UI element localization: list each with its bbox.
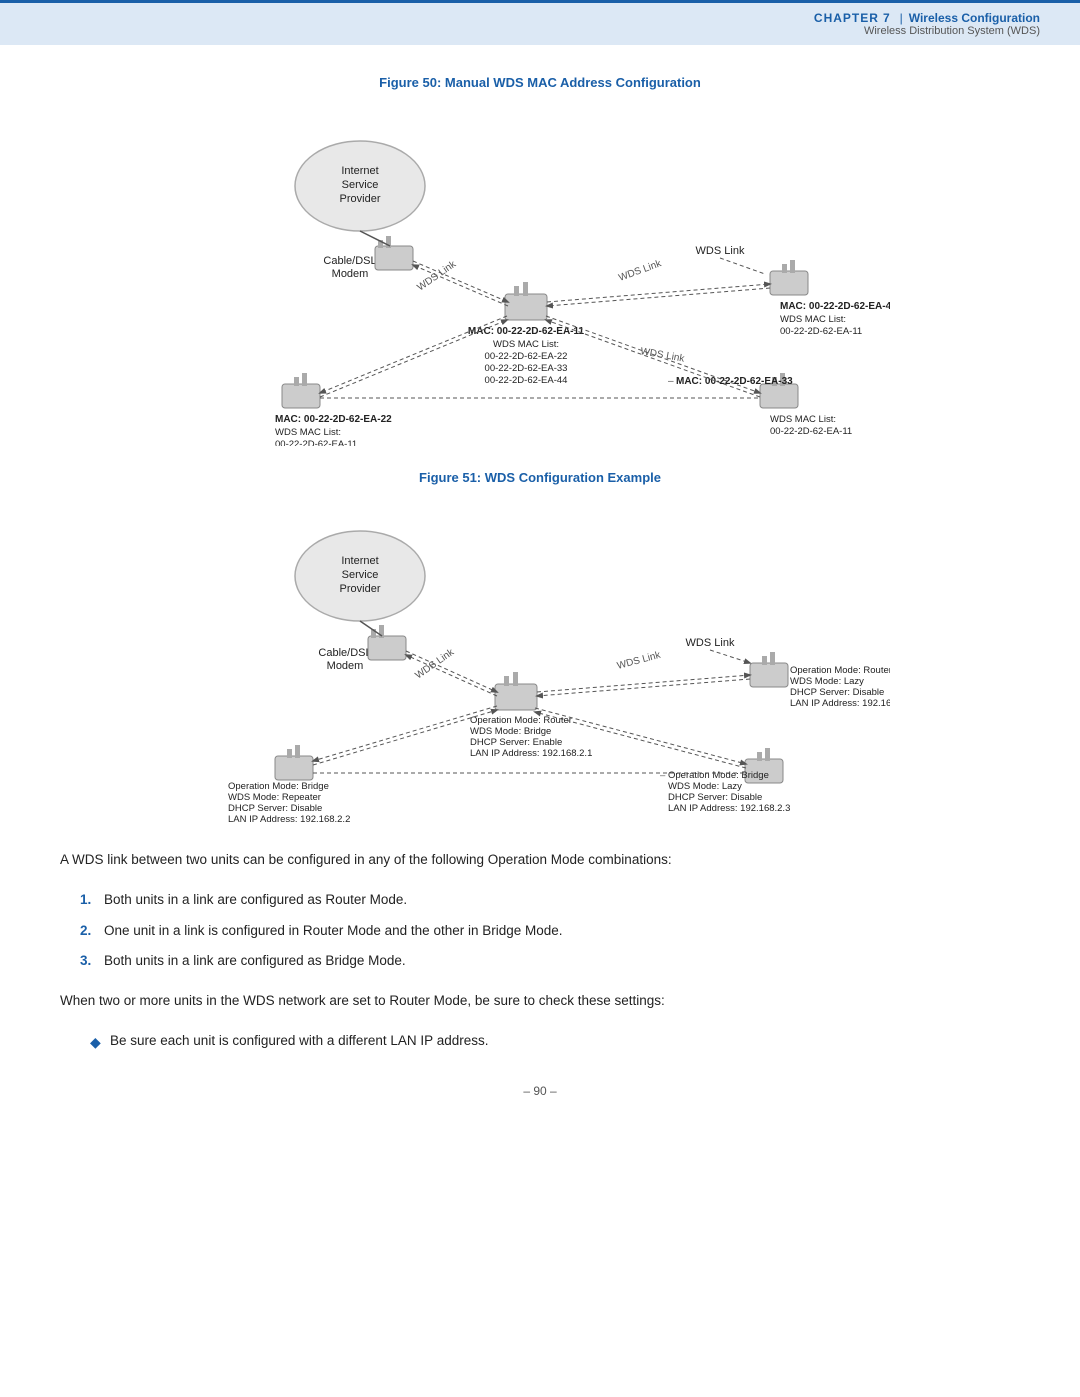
svg-text:00-22-2D-62-EA-44: 00-22-2D-62-EA-44 <box>485 375 568 386</box>
svg-text:LAN IP Address: 192.168.2.4: LAN IP Address: 192.168.2.4 <box>790 698 890 709</box>
svg-text:00-22-2D-62-EA-11: 00-22-2D-62-EA-11 <box>275 439 357 446</box>
figure50-caption: Figure 50: Manual WDS MAC Address Config… <box>60 75 1020 90</box>
svg-text:Operation Mode: Router: Operation Mode: Router <box>790 665 890 676</box>
svg-text:WDS MAC List:: WDS MAC List: <box>493 339 559 350</box>
svg-text:DHCP Server: Disable: DHCP Server: Disable <box>228 803 322 814</box>
svg-text:WDS MAC List:: WDS MAC List: <box>770 414 836 425</box>
body-note: When two or more units in the WDS networ… <box>60 990 1020 1012</box>
chapter-num: 7 <box>883 11 890 25</box>
figure51-svg: Internet Service Provider Cable/DSL Mode… <box>190 501 890 831</box>
list-item-2: 2. One unit in a link is configured in R… <box>80 920 1020 942</box>
list-num-1: 1. <box>80 889 104 911</box>
bullet-item-1: ◆ Be sure each unit is configured with a… <box>90 1030 1020 1054</box>
page-number: – 90 – <box>60 1084 1020 1098</box>
svg-text:Provider: Provider <box>340 193 381 205</box>
bullet-list: ◆ Be sure each unit is configured with a… <box>90 1030 1020 1054</box>
svg-text:Operation Mode: Bridge: Operation Mode: Bridge <box>668 770 769 781</box>
svg-text:LAN IP Address: 192.168.2.2: LAN IP Address: 192.168.2.2 <box>228 814 350 825</box>
figure50-svg: Internet Service Provider Cable/DSL Mode… <box>190 106 890 446</box>
svg-text:WDS MAC List:: WDS MAC List: <box>275 427 341 438</box>
figure51-caption: Figure 51: WDS Configuration Example <box>60 470 1020 485</box>
svg-text:WDS MAC List:: WDS MAC List: <box>780 314 846 325</box>
svg-text:MAC: 00-22-2D-62-EA-44: MAC: 00-22-2D-62-EA-44 <box>780 301 890 312</box>
svg-text:–: – <box>660 770 666 781</box>
list-num-2: 2. <box>80 920 104 942</box>
svg-text:00-22-2D-62-EA-11: 00-22-2D-62-EA-11 <box>780 326 862 337</box>
svg-text:MAC: 00-22-2D-62-EA-22: MAC: 00-22-2D-62-EA-22 <box>275 414 392 425</box>
svg-text:00-22-2D-62-EA-22: 00-22-2D-62-EA-22 <box>485 351 568 362</box>
list-item-1: 1. Both units in a link are configured a… <box>80 889 1020 911</box>
svg-text:LAN IP Address: 192.168.2.3: LAN IP Address: 192.168.2.3 <box>668 803 790 814</box>
list-item-3: 3. Both units in a link are configured a… <box>80 950 1020 972</box>
svg-text:LAN IP Address: 192.168.2.1: LAN IP Address: 192.168.2.1 <box>470 748 592 759</box>
figure50-diagram: Internet Service Provider Cable/DSL Mode… <box>60 106 1020 446</box>
svg-text:WDS Mode: Repeater: WDS Mode: Repeater <box>228 792 321 803</box>
svg-text:00-22-2D-62-EA-11: 00-22-2D-62-EA-11 <box>770 426 852 437</box>
svg-text:WDS Link: WDS Link <box>639 346 686 365</box>
svg-text:WDS Link: WDS Link <box>617 258 663 284</box>
svg-text:WDS Mode: Lazy: WDS Mode: Lazy <box>790 676 864 687</box>
numbered-list: 1. Both units in a link are configured a… <box>80 889 1020 972</box>
svg-text:WDS Link: WDS Link <box>415 258 459 293</box>
bullet-diamond-icon: ◆ <box>90 1031 110 1054</box>
svg-text:Service: Service <box>342 179 379 191</box>
svg-text:MAC: 00-22-2D-62-EA-33: MAC: 00-22-2D-62-EA-33 <box>676 376 793 387</box>
svg-text:WDS Mode: Bridge: WDS Mode: Bridge <box>470 726 551 737</box>
svg-text:–: – <box>668 376 674 387</box>
page-header: CHAPTER 7 | Wireless Configuration Wirel… <box>0 0 1080 45</box>
svg-text:Modem: Modem <box>332 268 369 280</box>
svg-text:Internet: Internet <box>341 165 378 177</box>
list-text-2: One unit in a link is configured in Rout… <box>104 920 563 942</box>
svg-text:DHCP Server: Disable: DHCP Server: Disable <box>790 687 884 698</box>
header-pipe: | <box>900 11 903 25</box>
page-content: Figure 50: Manual WDS MAC Address Config… <box>0 45 1080 1128</box>
svg-text:Operation Mode: Bridge: Operation Mode: Bridge <box>228 781 329 792</box>
body-intro: A WDS link between two units can be conf… <box>60 849 1020 871</box>
list-text-3: Both units in a link are configured as B… <box>104 950 406 972</box>
svg-text:Modem: Modem <box>327 660 364 672</box>
svg-text:Provider: Provider <box>340 583 381 595</box>
figure51-diagram: Internet Service Provider Cable/DSL Mode… <box>60 501 1020 831</box>
svg-text:Service: Service <box>342 569 379 581</box>
list-num-3: 3. <box>80 950 104 972</box>
header-title: Wireless Configuration <box>909 11 1040 25</box>
svg-text:Operation Mode: Router: Operation Mode: Router <box>470 715 572 726</box>
svg-text:DHCP Server: Enable: DHCP Server: Enable <box>470 737 562 748</box>
svg-text:WDS Mode: Lazy: WDS Mode: Lazy <box>668 781 742 792</box>
chapter-label: CHAPTER <box>814 11 879 25</box>
svg-text:Internet: Internet <box>341 555 378 567</box>
list-text-1: Both units in a link are configured as R… <box>104 889 407 911</box>
svg-text:Cable/DSL: Cable/DSL <box>318 647 371 659</box>
bullet-text-1: Be sure each unit is configured with a d… <box>110 1030 488 1052</box>
header-subtitle: Wireless Distribution System (WDS) <box>814 25 1040 37</box>
svg-text:WDS Link: WDS Link <box>686 637 735 649</box>
svg-text:DHCP Server: Disable: DHCP Server: Disable <box>668 792 762 803</box>
svg-text:WDS Link: WDS Link <box>616 650 663 672</box>
svg-text:00-22-2D-62-EA-33: 00-22-2D-62-EA-33 <box>485 363 568 374</box>
svg-text:Cable/DSL: Cable/DSL <box>323 255 376 267</box>
svg-text:WDS Link: WDS Link <box>696 245 745 257</box>
